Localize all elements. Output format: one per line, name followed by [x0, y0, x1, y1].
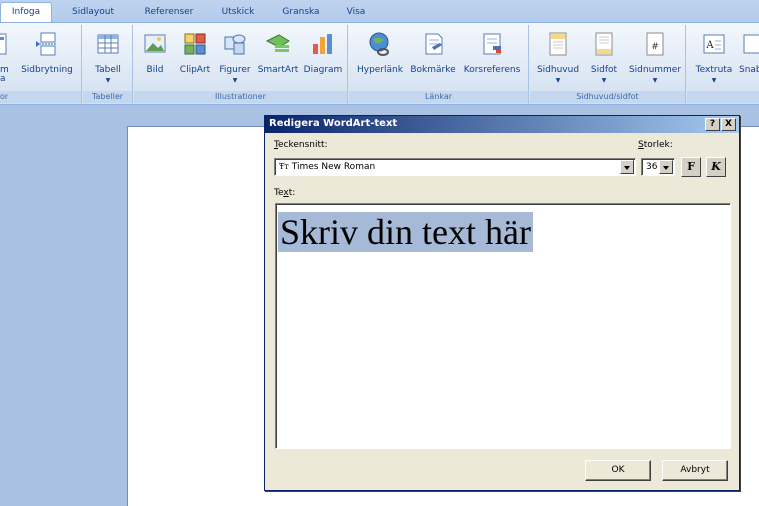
group-tables: Tabell ▼ Tabeller [83, 25, 133, 104]
textbox-label: Textruta [695, 65, 733, 75]
header-dropdown-icon: ▼ [555, 77, 561, 84]
help-button[interactable]: ? [705, 118, 720, 131]
size-dropdown-arrow-icon[interactable] [659, 160, 673, 174]
footer-label: Sidfot [590, 65, 618, 75]
ok-button[interactable]: OK [585, 460, 651, 481]
dialog-titlebar[interactable]: Redigera WordArt-text ? X [265, 116, 739, 133]
text-label: Text: [274, 188, 296, 198]
group-text: A Textruta ▼ Snab [687, 25, 759, 104]
group-pages: m a Sidbrytning or [0, 25, 82, 104]
size-select[interactable]: 36 [641, 158, 675, 176]
cover-page-sublabel: a [0, 74, 6, 84]
size-label: Storlek: [638, 140, 673, 150]
shapes-label: Figurer [219, 65, 251, 75]
tab-referenser[interactable]: Referenser [140, 4, 198, 22]
shapes-dropdown-icon: ▼ [232, 77, 238, 84]
tab-visa[interactable]: Visa [342, 4, 370, 22]
header-label: Sidhuvud [536, 65, 580, 75]
cross-reference-label: Korsreferens [463, 65, 521, 75]
wordart-dialog: Redigera WordArt-text ? X Teckensnitt: S… [264, 115, 740, 491]
smartart-icon [265, 34, 290, 52]
wordart-text-input[interactable]: Skriv din text här [275, 203, 731, 449]
chart-icon [313, 34, 332, 54]
page-number-dropdown-icon: ▼ [652, 77, 658, 84]
group-header-footer: Sidhuvud ▼ Sidfot ▼ # Sidnummer ▼ Sidhuv… [530, 25, 686, 104]
italic-button[interactable]: K [706, 157, 726, 177]
footer-dropdown-icon: ▼ [601, 77, 607, 84]
picture-label: Bild [146, 65, 164, 75]
wordart-text-selection: Skriv din text här [278, 212, 533, 252]
svg-text:#: # [651, 42, 659, 52]
picture-button[interactable]: Bild [138, 27, 172, 85]
group-text-label [687, 91, 759, 103]
footer-button[interactable]: Sidfot ▼ [584, 27, 624, 85]
page-break-icon [36, 32, 57, 56]
table-button[interactable]: Tabell ▼ [87, 27, 129, 85]
bookmark-button[interactable]: Bokmärke [409, 27, 457, 85]
cross-reference-button[interactable]: Korsreferens [459, 27, 525, 85]
shapes-button[interactable]: Figurer ▼ [216, 27, 254, 85]
truetype-icon: Ŧт [279, 162, 289, 171]
group-pages-label: or [0, 91, 81, 103]
close-button[interactable]: X [721, 118, 736, 131]
cover-page-button[interactable]: m a [0, 27, 14, 85]
picture-icon [144, 34, 166, 53]
group-illustrations-label: Illustrationer [134, 91, 347, 103]
chart-label: Diagram [303, 65, 343, 75]
quick-parts-icon [743, 34, 759, 54]
ribbon-tab-bar: Infoga Sidlayout Referenser Utskick Gran… [0, 0, 759, 23]
tab-infoga[interactable]: Infoga [0, 2, 52, 23]
tab-sidlayout[interactable]: Sidlayout [66, 4, 120, 22]
page-number-button[interactable]: # Sidnummer ▼ [626, 27, 684, 85]
smartart-label: SmartArt [257, 65, 299, 75]
group-links-label: Länkar [349, 91, 528, 103]
size-value: 36 [646, 162, 658, 172]
chart-button[interactable]: Diagram [302, 27, 344, 85]
page-break-button[interactable]: Sidbrytning [16, 27, 78, 85]
svg-text:A: A [705, 40, 714, 51]
cross-reference-icon [483, 33, 501, 55]
dialog-title: Redigera WordArt-text [269, 118, 398, 129]
textbox-icon: A [703, 34, 725, 54]
footer-icon [595, 32, 613, 56]
quick-parts-button[interactable]: Snab [739, 27, 759, 85]
group-illustrations: Bild ClipArt Figurer ▼ SmartArt Diagram … [134, 25, 348, 104]
header-button[interactable]: Sidhuvud ▼ [534, 27, 582, 85]
textbox-dropdown-icon: ▼ [711, 77, 717, 84]
table-icon [97, 34, 119, 54]
clipart-icon [184, 33, 206, 55]
page-break-label: Sidbrytning [21, 65, 73, 75]
table-dropdown-icon: ▼ [105, 77, 111, 84]
clipart-label: ClipArt [179, 65, 211, 75]
group-header-footer-label: Sidhuvud/sidfot [530, 91, 685, 103]
tab-utskick[interactable]: Utskick [216, 4, 260, 22]
table-label: Tabell [95, 65, 121, 75]
shapes-icon [224, 34, 246, 55]
bold-button[interactable]: F [681, 157, 701, 177]
page-number-icon: # [646, 32, 664, 56]
font-dropdown-arrow-icon[interactable] [620, 160, 634, 174]
group-links: Hyperlänk Bokmärke Korsreferens Länkar [349, 25, 529, 104]
quick-parts-label: Snab [739, 65, 759, 75]
hyperlink-button[interactable]: Hyperlänk [353, 27, 407, 85]
page-number-label: Sidnummer [628, 65, 682, 75]
ribbon: m a Sidbrytning or Tabell ▼ Tabeller Bil… [0, 22, 759, 105]
clipart-button[interactable]: ClipArt [176, 27, 214, 85]
font-select[interactable]: Ŧт Times New Roman [274, 158, 636, 176]
hyperlink-icon [369, 32, 389, 56]
cancel-button[interactable]: Avbryt [662, 460, 728, 481]
textbox-button[interactable]: A Textruta ▼ [691, 27, 737, 85]
header-icon [549, 32, 567, 56]
tab-granska[interactable]: Granska [278, 4, 324, 22]
bookmark-label: Bokmärke [410, 65, 456, 75]
bookmark-icon [425, 33, 443, 55]
group-tables-label: Tabeller [83, 91, 132, 103]
font-label: Teckensnitt: [274, 140, 328, 150]
font-value: Times New Roman [291, 162, 376, 172]
hyperlink-label: Hyperlänk [357, 65, 403, 75]
smartart-button[interactable]: SmartArt [256, 27, 300, 85]
